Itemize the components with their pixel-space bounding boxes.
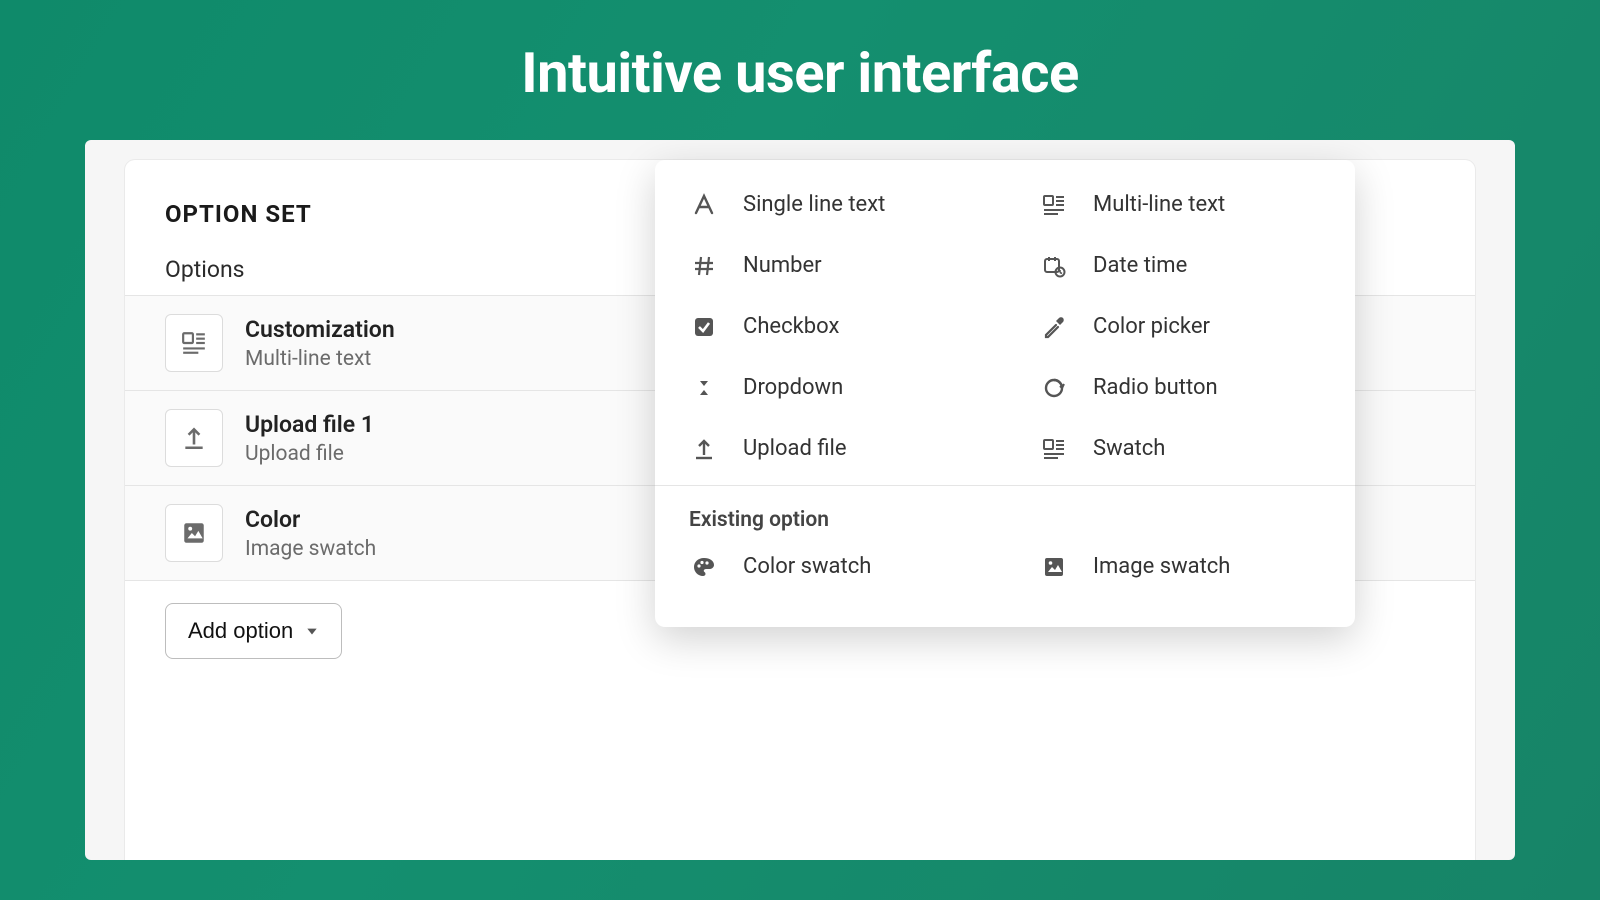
type-label: Single line text <box>743 192 885 217</box>
add-option-button[interactable]: Add option <box>165 603 342 659</box>
option-type-grid: Single line text Multi-line text Number … <box>655 174 1355 479</box>
multiline-icon <box>1039 193 1069 217</box>
checkbox-icon <box>689 315 719 339</box>
swatch-icon <box>1039 437 1069 461</box>
option-title: Upload file 1 <box>245 411 374 438</box>
type-color-picker[interactable]: Color picker <box>1005 296 1355 357</box>
type-swatch[interactable]: Swatch <box>1005 418 1355 479</box>
type-label: Multi-line text <box>1093 192 1225 217</box>
existing-image-swatch[interactable]: Image swatch <box>1005 536 1355 597</box>
type-label: Swatch <box>1093 436 1165 461</box>
image-icon <box>1039 555 1069 579</box>
datetime-icon <box>1039 254 1069 278</box>
type-label: Color picker <box>1093 314 1210 339</box>
type-single-line-text[interactable]: Single line text <box>655 174 1005 235</box>
option-title: Customization <box>245 316 395 343</box>
add-option-label: Add option <box>188 618 293 644</box>
page-title: Intuitive user interface <box>0 0 1600 106</box>
upload-icon <box>689 437 719 461</box>
type-label: Color swatch <box>743 554 871 579</box>
existing-color-swatch[interactable]: Color swatch <box>655 536 1005 597</box>
multiline-icon <box>165 314 223 372</box>
eyedropper-icon <box>1039 315 1069 339</box>
type-number[interactable]: Number <box>655 235 1005 296</box>
type-upload-file[interactable]: Upload file <box>655 418 1005 479</box>
existing-option-label: Existing option <box>655 486 1355 536</box>
type-label: Dropdown <box>743 375 843 400</box>
type-label: Number <box>743 253 822 278</box>
type-label: Image swatch <box>1093 554 1230 579</box>
type-dropdown[interactable]: Dropdown <box>655 357 1005 418</box>
type-date-time[interactable]: Date time <box>1005 235 1355 296</box>
option-subtitle: Image swatch <box>245 537 376 561</box>
caret-down-icon <box>305 624 319 638</box>
type-checkbox[interactable]: Checkbox <box>655 296 1005 357</box>
palette-icon <box>689 555 719 579</box>
text-icon <box>689 193 719 217</box>
radio-icon <box>1039 376 1069 400</box>
dropdown-icon <box>689 376 719 400</box>
type-label: Upload file <box>743 436 847 461</box>
option-subtitle: Upload file <box>245 442 374 466</box>
type-label: Date time <box>1093 253 1187 278</box>
option-type-popover: Single line text Multi-line text Number … <box>655 160 1355 627</box>
upload-icon <box>165 409 223 467</box>
type-label: Radio button <box>1093 375 1218 400</box>
type-label: Checkbox <box>743 314 839 339</box>
option-title: Color <box>245 506 376 533</box>
hash-icon <box>689 254 719 278</box>
type-multi-line-text[interactable]: Multi-line text <box>1005 174 1355 235</box>
image-icon <box>165 504 223 562</box>
app-panel: OPTION SET Options Customization Multi-l… <box>85 140 1515 860</box>
option-set-card: OPTION SET Options Customization Multi-l… <box>125 160 1475 860</box>
option-subtitle: Multi-line text <box>245 347 395 371</box>
type-radio-button[interactable]: Radio button <box>1005 357 1355 418</box>
